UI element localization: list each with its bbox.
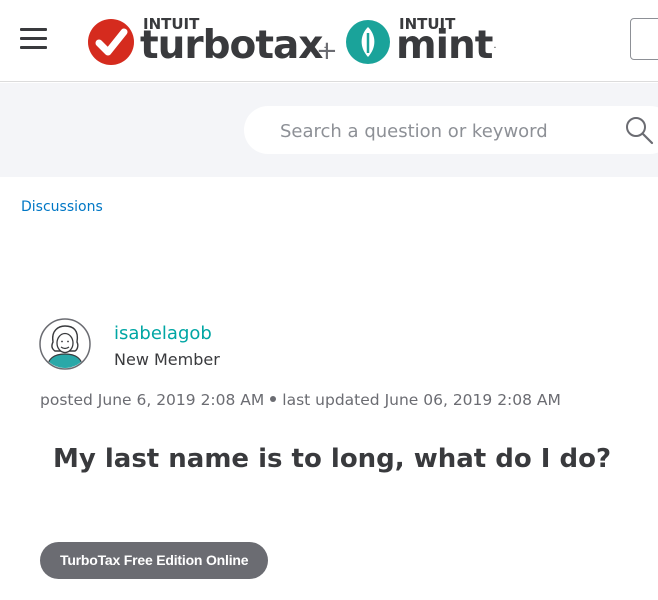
product-tag-button[interactable]: TurboTax Free Edition Online [40,542,269,579]
post-title: My last name is to long, what do I do? [53,444,612,474]
search-bar [244,106,658,154]
hamburger-menu-icon[interactable] [20,26,47,50]
meta-separator-dot [270,395,277,402]
sign-in-button[interactable] [630,18,658,60]
mint-leaf-icon[interactable] [345,19,391,65]
post-meta: posted June 6, 2019 2:08 AM last updated … [40,391,561,409]
menu-bar [20,37,47,40]
mint-trademark: . [493,40,497,51]
posted-date: June 6, 2019 2:08 AM [97,391,265,409]
updated-label: last updated [282,391,380,409]
turbotax-logo-text[interactable]: turbotax. [140,24,327,68]
menu-bar [20,46,47,49]
search-input[interactable] [280,119,600,143]
updated-date: June 06, 2019 2:08 AM [384,391,561,409]
search-band [0,83,658,177]
user-avatar-icon[interactable] [39,318,91,370]
breadcrumb-discussions-link[interactable]: Discussions [21,199,103,215]
menu-bar [20,28,47,31]
turbotax-wordmark: turbotax [140,23,323,68]
author-username-link[interactable]: isabelagob [114,323,212,344]
logo-plus-sign: + [316,36,338,66]
posted-label: posted [40,391,93,409]
checkmark-icon[interactable] [87,18,135,66]
author-rank: New Member [114,350,220,369]
search-icon[interactable] [624,115,654,145]
mint-logo-text[interactable]: mint. [396,24,497,68]
mint-wordmark: mint [396,23,493,68]
site-header: INTUIT turbotax. + INTUIT mint. [0,0,658,82]
